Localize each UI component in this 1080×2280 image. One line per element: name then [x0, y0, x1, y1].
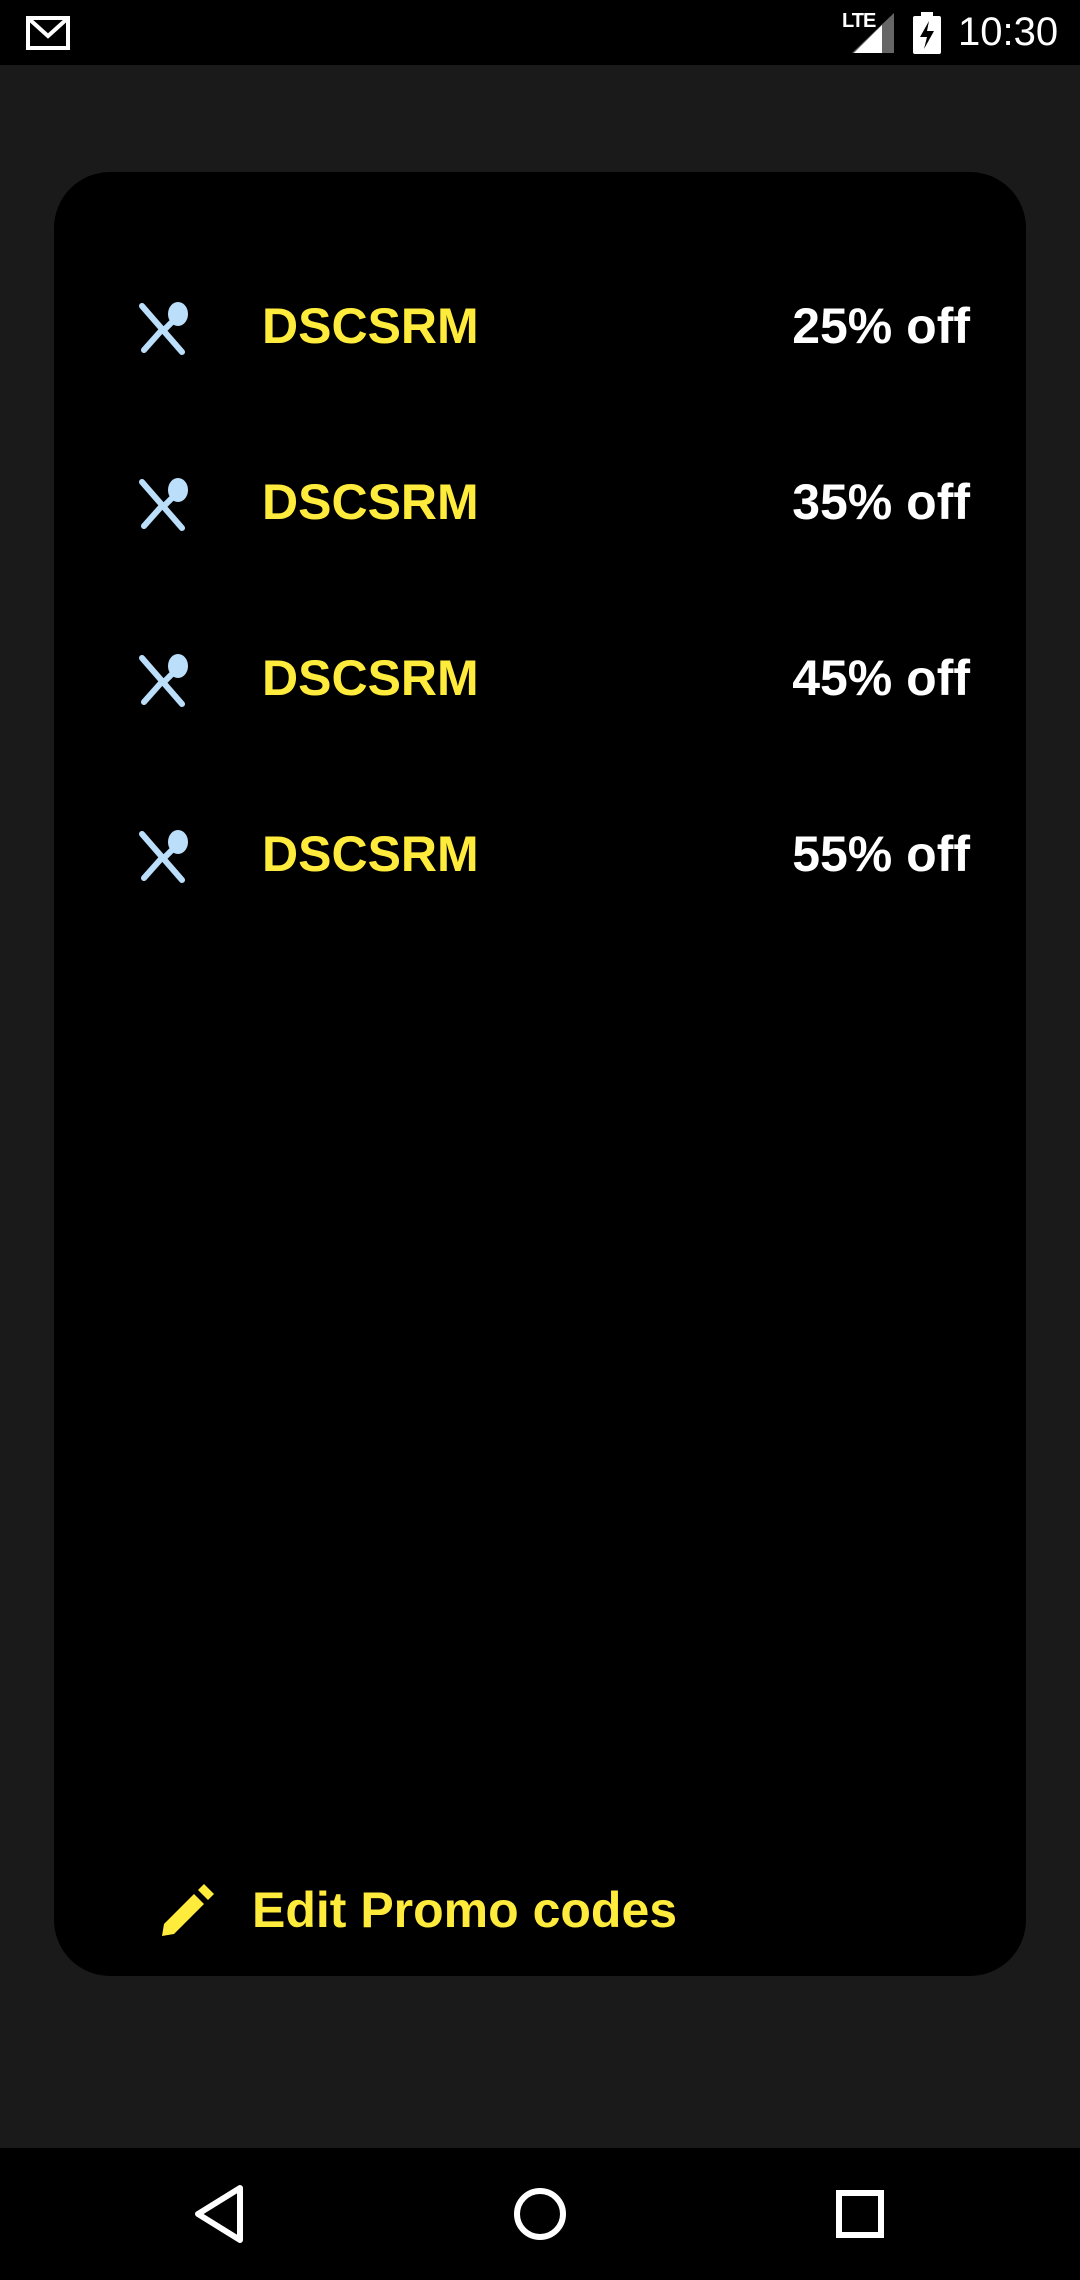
- restaurant-icon: [139, 654, 188, 707]
- back-icon[interactable]: [184, 2178, 256, 2250]
- battery-charging-icon: [913, 12, 941, 54]
- promo-discount: 45% off: [792, 650, 970, 706]
- signal-icon: [852, 13, 894, 53]
- navigation-bar: [0, 2148, 1080, 2280]
- gmail-icon: [26, 16, 70, 50]
- edit-promo-codes-label: Edit Promo codes: [252, 1882, 678, 1938]
- home-icon[interactable]: [504, 2178, 576, 2250]
- recents-icon[interactable]: [824, 2178, 896, 2250]
- promo-discount: 55% off: [792, 826, 970, 882]
- promo-code: DSCSRM: [262, 298, 479, 354]
- promo-row[interactable]: DSCSRM 25% off: [54, 276, 1026, 376]
- status-bar: LTE 10:30: [0, 0, 1080, 65]
- promo-code: DSCSRM: [262, 650, 479, 706]
- restaurant-icon: [139, 478, 188, 531]
- clock: 10:30: [958, 10, 1059, 54]
- promo-row[interactable]: DSCSRM 55% off: [54, 804, 1026, 904]
- restaurant-icon: [139, 830, 188, 883]
- promo-row[interactable]: DSCSRM 45% off: [54, 628, 1026, 728]
- promo-discount: 35% off: [792, 474, 970, 530]
- restaurant-icon: [139, 302, 188, 355]
- promo-discount: 25% off: [792, 298, 970, 354]
- pencil-icon: [162, 1884, 214, 1936]
- promo-code: DSCSRM: [262, 474, 479, 530]
- promo-row[interactable]: DSCSRM 35% off: [54, 452, 1026, 552]
- promo-card: DSCSRM 25% off DSCSRM 35% off DSCSRM 45%…: [54, 172, 1026, 1976]
- promo-code: DSCSRM: [262, 826, 479, 882]
- edit-promo-codes-button[interactable]: Edit Promo codes: [54, 1866, 1026, 1956]
